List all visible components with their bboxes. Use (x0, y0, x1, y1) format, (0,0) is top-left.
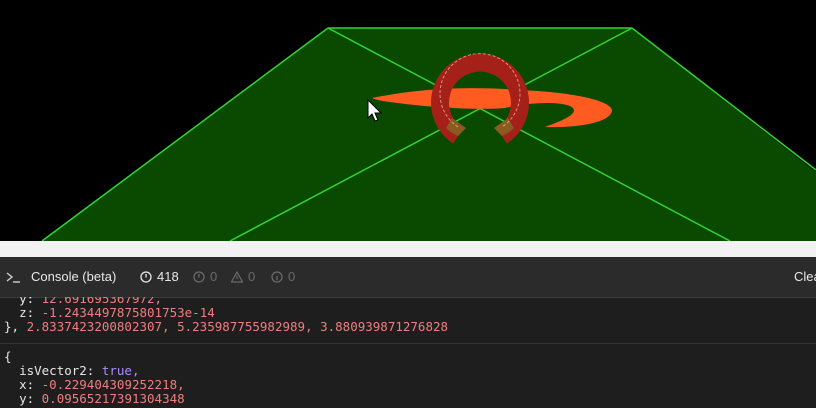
terminal-prompt-icon (6, 271, 20, 283)
console-tab[interactable]: Console (beta) (4, 269, 116, 284)
log-line: x: -0.229404309252218, (19, 377, 185, 392)
error-icon (193, 270, 205, 283)
panel-splitter[interactable] (0, 241, 816, 257)
scene-canvas[interactable] (0, 0, 816, 241)
warnings-count: 0 (248, 269, 256, 284)
log-line: y: 0.09565217391304348 (19, 391, 185, 406)
messages-filter[interactable]: 418 (140, 269, 179, 284)
messages-count: 418 (157, 269, 179, 284)
log-line: }, 2.8337423200802307, 5.235987755982989… (4, 319, 449, 334)
console-title: Console (beta) (31, 269, 117, 284)
errors-count: 0 (210, 269, 218, 284)
warnings-filter[interactable]: 0 (231, 269, 255, 284)
clear-button[interactable]: Clea (794, 269, 816, 284)
info-filter[interactable]: 0 (271, 269, 295, 284)
log-line: isVector2: true, (19, 363, 140, 378)
console-panel: Console (beta) 418 0 0 0 Cle y: 12.69169… (0, 257, 816, 408)
log-line: z: -1.2434497875801753e-14 (19, 305, 215, 320)
clock-icon (140, 270, 152, 283)
errors-filter[interactable]: 0 (193, 269, 217, 284)
log-line: { (4, 349, 12, 364)
console-toolbar: Console (beta) 418 0 0 0 Cle (0, 257, 816, 298)
info-icon (271, 270, 283, 283)
clear-label: Clea (794, 269, 816, 284)
warning-icon (231, 270, 243, 283)
console-log[interactable]: y: 12.691695367972, z: -1.24344978758017… (0, 297, 816, 408)
log-entry-divider (0, 343, 816, 344)
ground-plane (42, 28, 816, 241)
3d-viewport[interactable] (0, 0, 816, 241)
info-count: 0 (288, 269, 296, 284)
